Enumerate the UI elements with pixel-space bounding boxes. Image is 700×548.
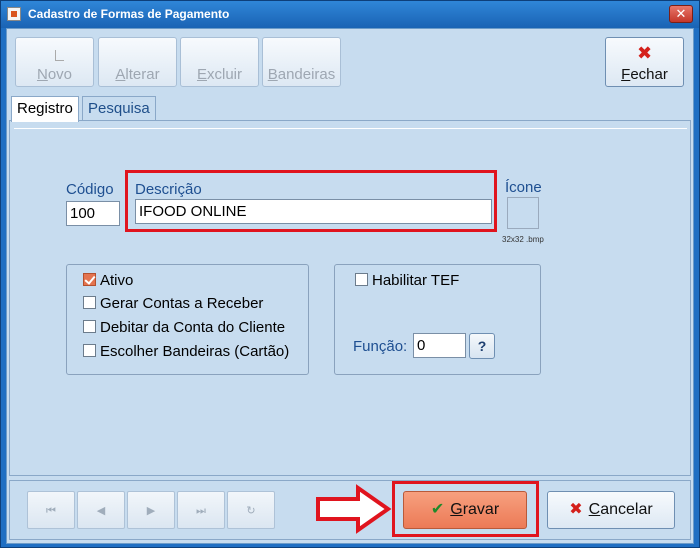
escolher-bandeiras-checkbox[interactable]: Escolher Bandeiras (Cartão)	[83, 343, 289, 360]
checkbox-box	[83, 273, 96, 286]
tab-pesquisa[interactable]: Pesquisa	[82, 96, 156, 120]
checkbox-box	[355, 273, 368, 286]
novo-mnemonic: N	[36, 66, 48, 83]
habilitar-tef-label: Habilitar TEF	[372, 272, 460, 289]
cancel-icon: ✖	[569, 501, 583, 518]
alterar-button[interactable]: Alterar	[98, 37, 177, 87]
cancelar-mnemonic: C	[588, 501, 601, 518]
icone-picker[interactable]	[507, 197, 539, 229]
alterar-label: lterar	[125, 66, 160, 83]
gerar-contas-label: Gerar Contas a Receber	[100, 295, 264, 312]
codigo-label: Código	[66, 181, 114, 198]
codigo-input[interactable]	[66, 201, 120, 226]
funcao-input[interactable]	[413, 333, 466, 358]
arrow-annotation-icon	[316, 484, 392, 534]
funcao-label: Função:	[353, 338, 408, 355]
nav-prev-button[interactable]: ◀	[77, 491, 125, 529]
descricao-highlight	[125, 170, 497, 232]
window-close-button[interactable]: ✕	[669, 5, 693, 23]
new-icon	[55, 50, 64, 61]
bandeiras-mnemonic: B	[267, 66, 278, 83]
options-group: Ativo Gerar Contas a Receber Debitar da …	[66, 264, 309, 375]
bandeiras-button[interactable]: Bandeiras	[262, 37, 341, 87]
fechar-mnemonic: F	[621, 66, 631, 83]
fechar-button[interactable]: ✖ Fechar	[605, 37, 684, 87]
title-bar: Cadastro de Formas de Pagamento ✕	[1, 1, 699, 28]
checkbox-box	[83, 320, 96, 333]
nav-refresh-button[interactable]: ↻	[227, 491, 275, 529]
tab-registro[interactable]: Registro	[11, 96, 79, 122]
client-area: Novo Alterar Excluir Bandeiras ✖ Fechar …	[6, 28, 694, 544]
funcao-help-button[interactable]: ?	[469, 333, 495, 359]
first-icon: ⏮	[46, 505, 56, 517]
icone-size-note: 32x32 .bmp	[502, 235, 544, 244]
nav-next-button[interactable]: ▶	[127, 491, 175, 529]
gravar-highlight	[392, 481, 539, 537]
app-window: Cadastro de Formas de Pagamento ✕ Novo A…	[0, 0, 700, 548]
cancelar-button[interactable]: ✖ Cancelar	[547, 491, 675, 529]
habilitar-tef-checkbox[interactable]: Habilitar TEF	[355, 272, 459, 289]
escolher-bandeiras-label: Escolher Bandeiras (Cartão)	[100, 343, 290, 360]
ativo-label: Ativo	[100, 272, 134, 289]
last-icon: ⏭	[196, 505, 206, 517]
alterar-mnemonic: A	[115, 66, 126, 83]
refresh-icon: ↻	[246, 505, 256, 517]
icone-label: Ícone	[505, 179, 542, 196]
checkbox-box	[83, 344, 96, 357]
nav-last-button[interactable]: ⏭	[177, 491, 225, 529]
novo-button[interactable]: Novo	[15, 37, 94, 87]
app-icon	[7, 7, 21, 21]
nav-first-button[interactable]: ⏮	[27, 491, 75, 529]
debitar-conta-label: Debitar da Conta do Cliente	[100, 319, 286, 336]
close-icon: ✖	[636, 43, 653, 63]
fechar-label: echar	[630, 66, 668, 83]
bandeiras-label: andeiras	[277, 66, 336, 83]
tef-group: Habilitar TEF Função: ?	[334, 264, 541, 375]
gerar-contas-checkbox[interactable]: Gerar Contas a Receber	[83, 295, 263, 312]
excluir-mnemonic: E	[196, 66, 207, 83]
cancelar-label: ancelar	[600, 501, 653, 518]
novo-label: ovo	[47, 66, 73, 83]
prev-icon: ◀	[96, 505, 106, 517]
excluir-button[interactable]: Excluir	[180, 37, 259, 87]
excluir-label: xcluir	[207, 66, 243, 83]
checkbox-box	[83, 296, 96, 309]
ativo-checkbox[interactable]: Ativo	[83, 272, 133, 289]
next-icon: ▶	[146, 505, 156, 517]
window-title: Cadastro de Formas de Pagamento	[28, 7, 230, 21]
debitar-conta-checkbox[interactable]: Debitar da Conta do Cliente	[83, 319, 285, 336]
